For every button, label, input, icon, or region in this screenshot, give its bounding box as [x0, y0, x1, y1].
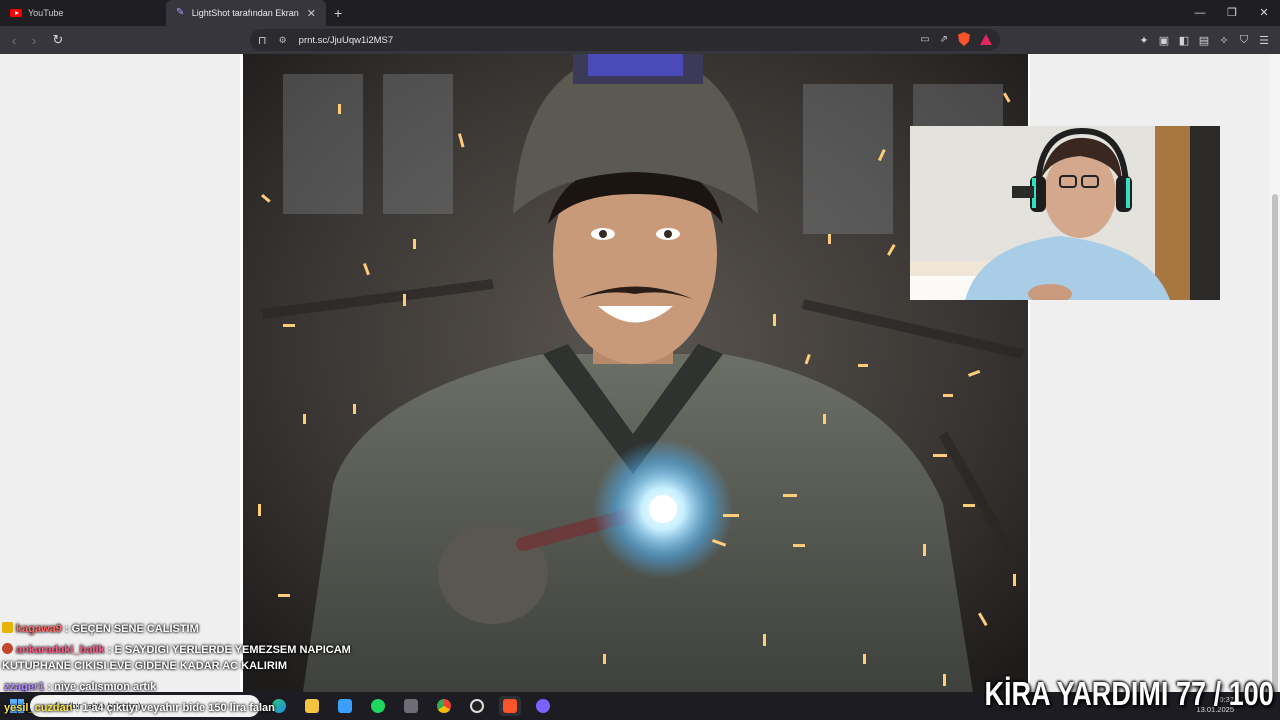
spotify-app-icon[interactable] [367, 696, 389, 716]
page-scrollbar[interactable] [1270, 54, 1280, 714]
chat-text: 1 a4 çıktıyı veyahır bide 150 lira falan [82, 702, 275, 714]
chat-message: kagawa9 : GEÇEN SENE CALISTIM [2, 622, 199, 635]
restore-icon[interactable]: ❐ [1216, 0, 1248, 26]
browser-tab-bar: YouTube ✎ LightShot tarafından Ekran Gör… [0, 0, 1280, 26]
lightshot-icon: ✎ [176, 7, 185, 18]
window-controls: — ❐ ✕ [1184, 0, 1280, 26]
extensions-icon[interactable]: ✦ [1138, 34, 1150, 47]
tab-label: YouTube [28, 8, 64, 18]
minimize-icon[interactable]: — [1184, 0, 1216, 26]
tab-lightshot[interactable]: ✎ LightShot tarafından Ekran Görü ✕ [166, 0, 326, 26]
brave-app-icon[interactable] [499, 696, 521, 716]
wallet-icon[interactable]: ▤ [1198, 34, 1210, 47]
file-explorer-app-icon[interactable] [301, 696, 323, 716]
discord-app-icon[interactable] [532, 696, 554, 716]
rent-support-goal-overlay: KİRA YARDIMI 77 / 100 [984, 675, 1274, 712]
sidebar-icon[interactable]: ◧ [1178, 34, 1190, 47]
chat-message-continued: KUTUPHANE CIKISI EVE GIDENE KADAR AC KAL… [2, 660, 287, 672]
vpn-icon[interactable]: ⛉ [1238, 34, 1250, 47]
brave-shield-icon[interactable] [958, 32, 970, 46]
new-tab-button[interactable]: + [326, 5, 350, 21]
tab-search-icon[interactable]: ▣ [1158, 34, 1170, 47]
chat-text: E SAYDIGI YERLERDE YEMEZSEM NAPICAM [114, 644, 351, 656]
cast-icon[interactable]: ▭ [920, 34, 929, 45]
chat-separator: : [104, 644, 115, 656]
calculator-app-icon[interactable] [400, 696, 422, 716]
chat-username: yesil_cuzdan [4, 702, 73, 714]
chat-separator: : [61, 623, 72, 635]
address-bar[interactable]: ⊓ ⚙ prnt.sc/JjuUqw1i2MS7 ▭ ⇗ [250, 29, 1000, 51]
badge-icon [2, 643, 13, 654]
menu-icon[interactable]: ☰ [1258, 34, 1270, 47]
back-icon[interactable]: ‹ [4, 33, 24, 48]
badge-icon [2, 622, 13, 633]
chat-text: GEÇEN SENE CALISTIM [71, 623, 199, 635]
browser-toolbar: ‹ › ↻ ⊓ ⚙ prnt.sc/JjuUqw1i2MS7 ▭ ⇗ ✦ ▣ ◧… [0, 26, 1280, 54]
youtube-icon [10, 9, 22, 17]
bookmark-icon[interactable]: ⊓ [258, 34, 267, 47]
close-window-icon[interactable]: ✕ [1248, 0, 1280, 26]
forward-icon[interactable]: › [24, 33, 44, 48]
chrome-app-icon[interactable] [433, 696, 455, 716]
store-app-icon[interactable] [334, 696, 356, 716]
chat-message: ankaradaki_balik : E SAYDIGI YERLERDE YE… [2, 643, 351, 656]
tab-label: LightShot tarafından Ekran Görü [191, 8, 301, 18]
obs-app-icon[interactable] [466, 696, 488, 716]
chat-username: ankaradaki_balik [16, 644, 105, 656]
reload-icon[interactable]: ↻ [48, 32, 68, 48]
brave-rewards-icon[interactable] [980, 33, 992, 45]
site-info-icon[interactable]: ⚙ [279, 35, 287, 46]
share-icon[interactable]: ⇗ [940, 34, 948, 45]
chat-text: KUTUPHANE CIKISI EVE GIDENE KADAR AC KAL… [2, 660, 287, 672]
url-text[interactable]: prnt.sc/JjuUqw1i2MS7 [299, 35, 394, 46]
close-tab-icon[interactable]: ✕ [307, 7, 316, 20]
webcam-overlay [910, 126, 1220, 300]
tab-youtube[interactable]: YouTube [0, 0, 166, 26]
chat-message: yesil_cuzdan : 1 a4 çıktıyı veyahır bide… [4, 702, 275, 714]
chat-username: kagawa9 [16, 623, 62, 635]
chat-separator: : [72, 702, 83, 714]
scrollbar-thumb[interactable] [1272, 194, 1278, 714]
leo-ai-icon[interactable]: ✧ [1218, 34, 1230, 47]
